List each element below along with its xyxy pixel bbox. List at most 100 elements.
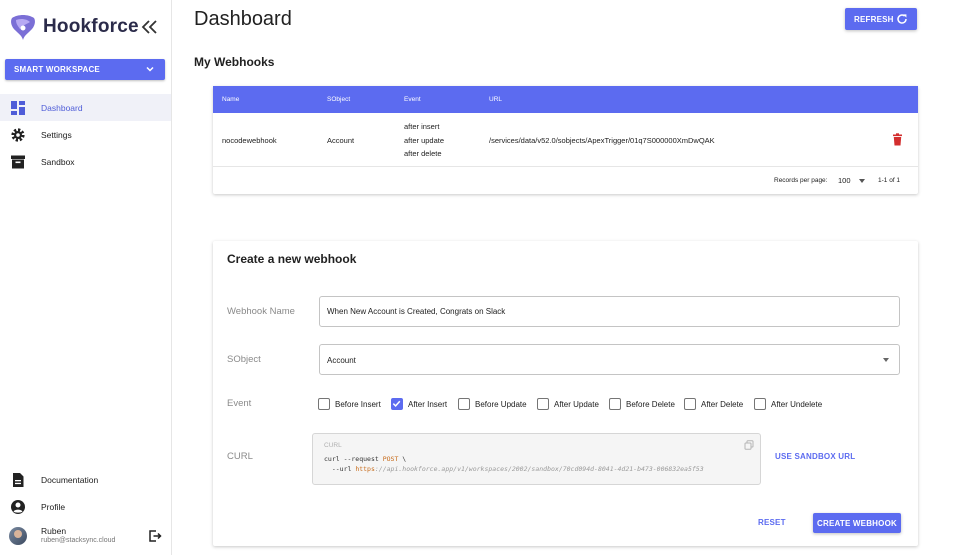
workspace-label: SMART WORKSPACE <box>14 65 100 74</box>
sobject-label: SObject <box>227 354 261 365</box>
sidebar-item-documentation[interactable]: Documentation <box>0 466 171 493</box>
checkbox-box <box>609 398 621 410</box>
hookforce-logo-icon <box>11 15 35 40</box>
checkbox-after-update[interactable]: After Update <box>537 397 599 411</box>
webhook-name-label: Webhook Name <box>227 306 295 317</box>
collapse-sidebar-icon[interactable] <box>140 18 160 36</box>
webhook-event: after insert <box>404 122 440 131</box>
webhook-events: after insert after update after delete <box>404 122 444 163</box>
checkbox-box <box>391 398 403 410</box>
webhook-event: after delete <box>404 149 442 158</box>
table-row: nocodewebhook Account after insert after… <box>213 113 918 167</box>
create-webhook-button[interactable]: CREATE WEBHOOK <box>813 513 901 533</box>
page-title: Dashboard <box>194 8 292 30</box>
sidebar-item-sandbox[interactable]: Sandbox <box>0 148 171 175</box>
event-label: Event <box>227 398 252 409</box>
sidebar-item-dashboard[interactable]: Dashboard <box>0 94 171 121</box>
document-icon <box>13 472 24 487</box>
my-webhooks-title: My Webhooks <box>194 55 275 69</box>
webhook-name-input[interactable] <box>319 296 900 327</box>
create-webhook-title: Create a new webhook <box>227 252 357 266</box>
checkbox-after-insert[interactable]: After Insert <box>391 397 447 411</box>
checkbox-box <box>754 398 766 410</box>
checkbox-box <box>684 398 696 410</box>
checkmark-icon <box>392 400 401 407</box>
checkbox-after-undelete[interactable]: After Undelete <box>754 397 822 411</box>
copy-icon[interactable] <box>744 440 754 450</box>
curl-code-block: CURL curl --request POST \ --url https:/… <box>312 433 761 485</box>
pagination-range: 1-1 of 1 <box>878 177 901 184</box>
checkbox-after-delete[interactable]: After Delete <box>684 397 743 411</box>
sidebar-item-label: Sandbox <box>41 156 75 167</box>
archive-box-icon <box>11 155 25 168</box>
checkbox-box <box>318 398 330 410</box>
refresh-icon <box>897 14 907 24</box>
checkbox-before-insert[interactable]: Before Insert <box>318 397 381 411</box>
refresh-button[interactable]: REFRESH <box>845 8 917 30</box>
checkbox-before-update[interactable]: Before Update <box>458 397 527 411</box>
reset-button[interactable]: RESET <box>758 518 786 527</box>
curl-continuation: \ <box>398 455 407 463</box>
column-header-name: Name <box>222 96 240 103</box>
column-header-event: Event <box>404 96 421 103</box>
create-webhook-card: Create a new webhook Webhook Name SObjec… <box>213 241 918 546</box>
webhook-name: nocodewebhook <box>222 136 277 145</box>
sobject-value: Account <box>327 356 356 365</box>
curl-line: --url https://api.hookforce.app/v1/works… <box>324 465 704 473</box>
caret-down-icon <box>859 179 865 183</box>
gear-icon <box>11 127 25 142</box>
refresh-label: REFRESH <box>854 14 894 24</box>
checkbox-before-delete[interactable]: Before Delete <box>609 397 675 411</box>
curl-caption: CURL <box>324 442 342 449</box>
records-per-page-value: 100 <box>838 176 851 185</box>
delete-icon[interactable] <box>891 133 904 146</box>
checkbox-label: After Delete <box>701 399 744 409</box>
curl-command: curl --request <box>324 455 383 463</box>
webhook-url: /services/data/v52.0/sobjects/ApexTrigge… <box>489 136 715 145</box>
create-webhook-label: CREATE WEBHOOK <box>817 518 897 528</box>
sidebar-item-label: Settings <box>41 129 72 140</box>
sidebar-item-label: Documentation <box>41 474 99 485</box>
records-per-page-select[interactable]: 100 <box>838 174 868 188</box>
records-per-page-label: Records per page: <box>774 177 828 184</box>
checkbox-label: Before Delete <box>626 399 675 409</box>
sidebar-item-label: Profile <box>41 501 66 512</box>
app-name: Hookforce <box>43 16 139 37</box>
sobject-select[interactable]: Account <box>319 344 900 375</box>
checkbox-box <box>537 398 549 410</box>
sidebar-item-settings[interactable]: Settings <box>0 121 171 148</box>
column-header-sobject: SObject <box>327 96 351 103</box>
curl-line: curl --request POST \ <box>324 455 406 463</box>
table-header: Name SObject Event URL <box>213 86 918 113</box>
sidebar-item-profile[interactable]: Profile <box>0 493 171 520</box>
table-pagination: Records per page: 100 1-1 of 1 <box>213 168 918 194</box>
webhook-sobject: Account <box>327 136 355 145</box>
caret-down-icon <box>883 358 889 362</box>
user-profile: Ruben ruben@stacksync.cloud <box>0 522 171 550</box>
logout-icon[interactable] <box>148 529 162 543</box>
sidebar-item-label: Dashboard <box>41 102 83 113</box>
curl-url: ://api.hookforce.app/v1/workspaces/2002/… <box>374 465 704 473</box>
checkbox-label: After Insert <box>408 399 448 409</box>
chevron-down-icon <box>146 66 154 72</box>
checkbox-box <box>458 398 470 410</box>
webhook-event: after update <box>404 135 445 145</box>
user-name: Ruben <box>41 526 67 536</box>
dashboard-icon <box>11 100 25 115</box>
workspace-selector[interactable]: SMART WORKSPACE <box>5 59 165 80</box>
webhooks-table: Name SObject Event URL nocodewebhook Acc… <box>213 86 918 194</box>
checkbox-label: After Update <box>554 399 599 409</box>
checkbox-label: After Undelete <box>771 399 823 409</box>
account-circle-icon <box>11 499 25 514</box>
user-email: ruben@stacksync.cloud <box>41 537 116 544</box>
avatar <box>9 527 27 545</box>
curl-url-scheme: https <box>355 465 375 473</box>
curl-method: POST <box>382 455 399 463</box>
checkbox-label: Before Insert <box>335 399 381 409</box>
curl-url-flag: --url <box>324 465 356 473</box>
sidebar: Hookforce SMART WORKSPACE Dashboard Sett… <box>0 0 172 555</box>
checkbox-label: Before Update <box>475 399 527 409</box>
curl-label: CURL <box>227 451 253 462</box>
column-header-url: URL <box>489 96 503 103</box>
use-sandbox-url-button[interactable]: USE SANDBOX URL <box>775 452 855 461</box>
